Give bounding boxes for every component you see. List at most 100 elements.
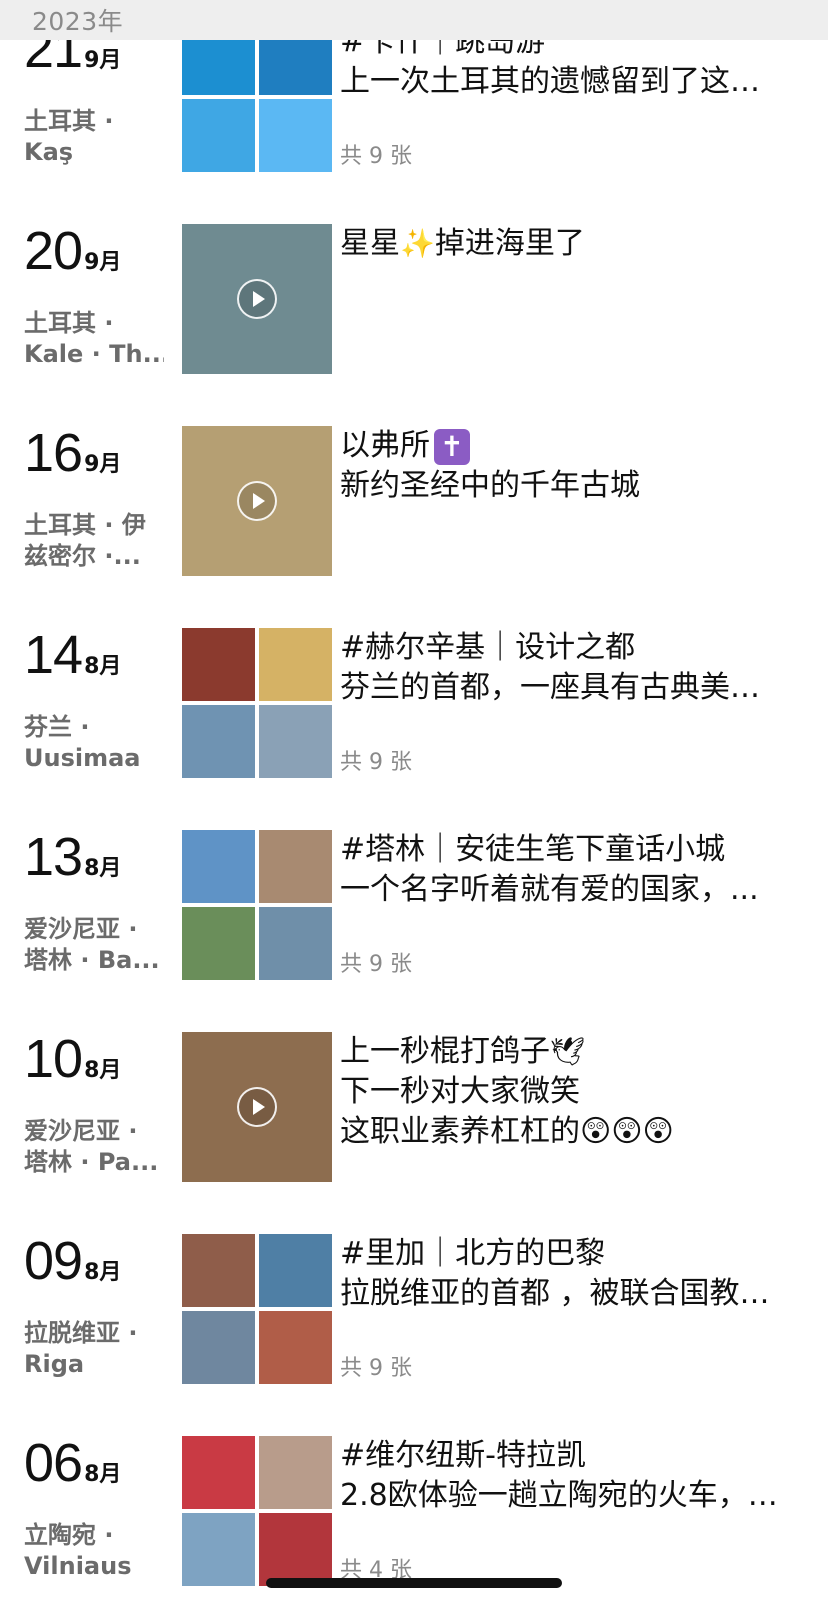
sparkles-icon: ✨: [400, 227, 435, 260]
play-icon[interactable]: [237, 481, 277, 521]
timeline-entry[interactable]: 098月 拉脱维亚 · Riga #里加｜北方的巴黎 拉脱维亚的首都 ，被联合国…: [0, 1234, 828, 1394]
location-line2: Kaş: [24, 138, 74, 166]
entry-line2: 一个名字听着就有爱的国家，...: [340, 872, 759, 907]
entry-line1: #塔林｜安徒生笔下童话小城: [340, 832, 726, 867]
timeline-entry[interactable]: 148月 芬兰 · Uusimaa #赫尔辛基｜设计之都 芬兰的首都，一座具有古…: [0, 628, 828, 788]
entry-month: 9月: [84, 452, 122, 477]
entry-month: 8月: [84, 654, 122, 679]
location-line1: 拉脱维亚 ·: [24, 1319, 138, 1347]
entry-text: 以弗所 ✝ 新约圣经中的千年古城: [340, 426, 800, 506]
entry-date: 068月: [24, 1436, 121, 1490]
entry-day: 09: [24, 1231, 83, 1291]
video-thumbnail[interactable]: [182, 426, 332, 576]
entry-month: 9月: [84, 48, 122, 73]
photo-tile: [259, 1513, 332, 1586]
entry-text: 上一秒棍打鸽子🕊 下一秒对大家微笑 这职业素养杠杠的😲😲😲: [340, 1032, 800, 1152]
timeline-entry[interactable]: 169月 土耳其 · 伊 兹密尔 ·... 以弗所 ✝ 新约圣经中的千年古城: [0, 426, 828, 586]
photo-grid[interactable]: [182, 1234, 332, 1384]
entry-day: 06: [24, 1433, 83, 1493]
entry-text: #塔林｜安徒生笔下童话小城 一个名字听着就有爱的国家，...: [340, 830, 800, 910]
entry-location: 芬兰 · Uusimaa: [24, 712, 164, 774]
timeline-entry[interactable]: 108月 爱沙尼亚 · 塔林 · Pa... 上一秒棍打鸽子🕊 下一秒对大家微笑…: [0, 1032, 828, 1192]
photo-tile: [182, 830, 255, 903]
entry-location: 爱沙尼亚 · 塔林 · Ba...: [24, 914, 164, 976]
entry-month: 8月: [84, 1462, 122, 1487]
location-line1: 爱沙尼亚 ·: [24, 1117, 138, 1145]
photo-tile: [259, 705, 332, 778]
photo-tile: [259, 99, 332, 172]
entry-date: 169月: [24, 426, 121, 480]
home-indicator[interactable]: [266, 1578, 562, 1588]
photo-tile: [182, 1513, 255, 1586]
entry-month: 8月: [84, 856, 122, 881]
entry-location: 土耳其 · Kaş: [24, 106, 164, 168]
play-icon[interactable]: [237, 1087, 277, 1127]
photo-tile: [182, 1311, 255, 1384]
entry-text: #赫尔辛基｜设计之都 芬兰的首都，一座具有古典美…: [340, 628, 800, 708]
photo-tile: [182, 99, 255, 172]
photo-count: 共 9 张: [340, 952, 412, 977]
photo-tile: [182, 628, 255, 701]
location-line1: 土耳其 ·: [24, 309, 114, 337]
entry-day: 10: [24, 1029, 83, 1089]
location-line2: Riga: [24, 1350, 85, 1378]
entry-line1b: 掉进海里了: [434, 226, 585, 261]
location-line1: 爱沙尼亚 ·: [24, 915, 138, 943]
photo-tile: [182, 1234, 255, 1307]
entry-day: 16: [24, 423, 83, 483]
location-line2: Uusimaa: [24, 744, 141, 772]
timeline-entry[interactable]: 209月 土耳其 · Kale · Th... 星星✨掉进海里了: [0, 224, 828, 384]
location-line2: 塔林 · Pa...: [24, 1148, 159, 1176]
photo-tile: [259, 1234, 332, 1307]
entry-date: 148月: [24, 628, 121, 682]
photo-tile: [182, 907, 255, 980]
entry-line1: #里加｜北方的巴黎: [340, 1236, 606, 1271]
year-label: 2023年: [32, 7, 124, 36]
timeline-entry[interactable]: 068月 立陶宛 · Vilniaus #维尔纽斯-特拉凯 2.8欧体验一趟立陶…: [0, 1436, 828, 1596]
location-line1: 芬兰 ·: [24, 713, 90, 741]
location-line1: 土耳其 · 伊: [24, 511, 146, 539]
entry-line2: 2.8欧体验一趟立陶宛的火车，…: [340, 1478, 778, 1513]
entry-day: 14: [24, 625, 83, 685]
dove-icon: 🕊: [550, 1035, 586, 1068]
entry-location: 立陶宛 · Vilniaus: [24, 1520, 164, 1582]
video-thumbnail[interactable]: [182, 224, 332, 374]
play-icon[interactable]: [237, 279, 277, 319]
entry-date: 138月: [24, 830, 121, 884]
location-line2: Vilniaus: [24, 1552, 132, 1580]
photo-grid[interactable]: [182, 830, 332, 980]
entry-location: 拉脱维亚 · Riga: [24, 1318, 164, 1380]
entry-location: 土耳其 · Kale · Th...: [24, 308, 164, 370]
entry-line2: 下一秒对大家微笑: [340, 1074, 580, 1109]
entry-line1: #维尔纽斯-特拉凯: [340, 1438, 586, 1473]
timeline-entry[interactable]: 138月 爱沙尼亚 · 塔林 · Ba... #塔林｜安徒生笔下童话小城 一个名…: [0, 830, 828, 990]
photo-tile: [182, 705, 255, 778]
entry-text: #里加｜北方的巴黎 拉脱维亚的首都 ，被联合国教…: [340, 1234, 800, 1314]
entry-line2: 上一次土耳其的遗憾留到了这…: [340, 64, 760, 99]
year-header: 2023年: [0, 0, 828, 40]
photo-tile: [182, 1436, 255, 1509]
entry-date: 209月: [24, 224, 121, 278]
photo-grid[interactable]: [182, 628, 332, 778]
entry-line1: #赫尔辛基｜设计之都: [340, 630, 636, 665]
entry-month: 8月: [84, 1260, 122, 1285]
entry-line1: 上一秒棍打鸽子: [340, 1034, 550, 1069]
entry-line2: 芬兰的首都，一座具有古典美…: [340, 670, 760, 705]
location-line1: 立陶宛 ·: [24, 1521, 114, 1549]
entry-line1: 以弗所: [340, 428, 430, 463]
location-line2: Kale · Th...: [24, 340, 164, 368]
photo-grid[interactable]: [182, 22, 332, 172]
photo-tile: [259, 628, 332, 701]
location-line2: 兹密尔 ·...: [24, 542, 141, 570]
entry-day: 13: [24, 827, 83, 887]
photo-tile: [259, 907, 332, 980]
photo-grid[interactable]: [182, 1436, 332, 1586]
entry-day: 20: [24, 221, 83, 281]
location-line1: 土耳其 ·: [24, 107, 114, 135]
photo-tile: [259, 1436, 332, 1509]
video-thumbnail[interactable]: [182, 1032, 332, 1182]
cross-icon: ✝: [434, 428, 470, 465]
timeline-entry[interactable]: 219月 土耳其 · Kaş #卡什｜跳岛游 上一次土耳其的遗憾留到了这… 共 …: [0, 22, 828, 182]
location-line2: 塔林 · Ba...: [24, 946, 160, 974]
entry-month: 8月: [84, 1058, 122, 1083]
